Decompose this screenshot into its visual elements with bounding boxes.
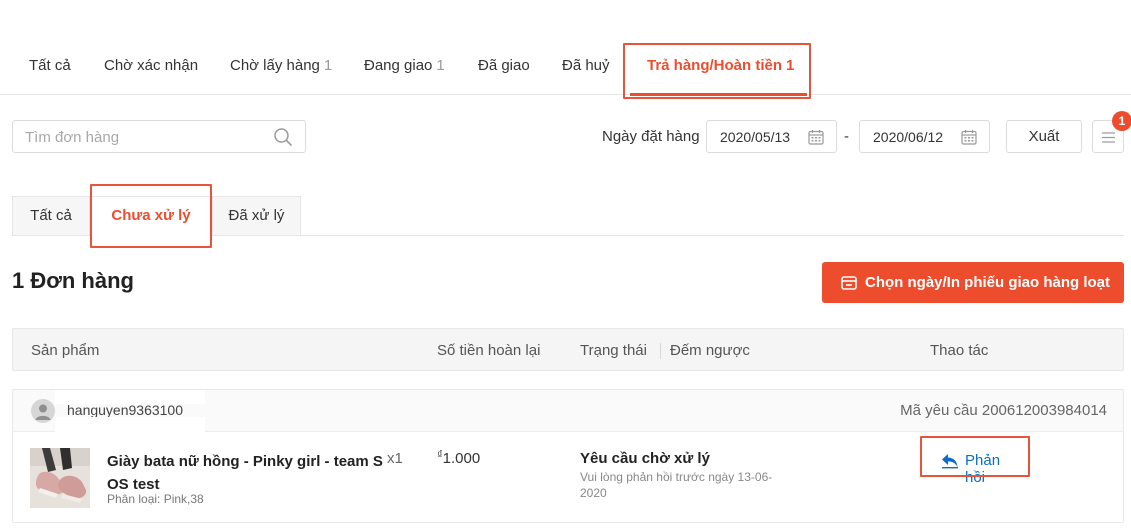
col-countdown: Đếm ngược [670,342,750,359]
calendar-icon [961,130,977,145]
list-icon [1102,132,1115,143]
export-button[interactable]: Xuất [1006,120,1082,153]
col-product: Sản phẩm [31,342,100,359]
avatar[interactable] [31,399,55,423]
search-input[interactable] [25,127,265,147]
tab-label: Trả hàng/Hoàn tiền [647,57,783,74]
request-status: Yêu cầu chờ xử lý [580,450,710,467]
order-card-header: hanguyen9363100 Mã yêu cầu 2006120039840… [13,390,1123,437]
tab-label: Đang giao [364,57,433,74]
product-name[interactable]: Giày bata nữ hồng - Pinky girl - team S … [107,450,387,496]
order-count: 1 Đơn hàng [12,268,134,293]
printer-icon [841,276,857,290]
user-icon [35,404,51,420]
tab-return-refund[interactable]: Trả hàng/Hoàn tiền 1 [647,57,794,74]
refund-amount-value: 1.000 [442,450,481,467]
product-image [30,448,90,508]
col-refund-amount: Số tiền hoàn lại [437,342,541,359]
reply-label: Phản hồi [965,452,1001,486]
tab-all[interactable]: Tất cả [29,57,71,74]
tab-cancelled[interactable]: Đã huỷ [562,57,610,74]
tab-awaiting-confirmation[interactable]: Chờ xác nhận [104,57,198,74]
date-to-value: 2020/06/12 [873,129,944,145]
date-from-picker[interactable]: 2020/05/13 [706,120,837,153]
order-card: hanguyen9363100 Mã yêu cầu 2006120039840… [12,389,1124,523]
redaction-mask [55,390,205,404]
buyer-username[interactable]: hanguyen9363100 [67,402,183,418]
product-quantity: x1 [387,450,403,467]
table-header: Sản phẩm Số tiền hoàn lại Trạng thái Đếm… [12,328,1124,371]
active-tab-indicator [630,93,807,96]
reply-icon [942,454,958,469]
subtab-all[interactable]: Tất cả [12,196,90,236]
reply-button[interactable]: Phản hồi [931,445,1019,486]
batch-ship-print-button[interactable]: Chọn ngày/In phiếu giao hàng loạt [822,262,1124,303]
refund-amount: ₫1.000 [437,449,481,467]
product-variant: Phân loại: Pink,38 [107,492,204,506]
date-range-separator: - [844,128,849,145]
currency-symbol: ₫ [437,449,443,461]
tab-label: Tất cả [29,57,71,74]
notification-badge: 1 [1112,111,1131,131]
date-to-picker[interactable]: 2020/06/12 [859,120,990,153]
tab-label: Đã giao [478,57,530,74]
subtab-unprocessed[interactable]: Chưa xử lý [90,196,212,236]
tab-label: Chờ lấy hàng [230,57,320,74]
redaction-mask [55,417,205,437]
search-icon[interactable] [273,127,293,147]
tab-count: 1 [436,57,445,74]
tab-shipping[interactable]: Đang giao 1 [364,57,445,74]
calendar-icon [808,130,824,145]
date-from-value: 2020/05/13 [720,129,791,145]
batch-button-label: Chọn ngày/In phiếu giao hàng loạt [865,274,1110,291]
column-divider [660,343,661,359]
request-status-tabs: Tất cả Chưa xử lý Đã xử lý [12,196,1124,236]
request-id: Mã yêu cầu 200612003984014 [900,402,1107,419]
col-status: Trạng thái [580,342,647,359]
product-thumbnail[interactable] [30,448,90,508]
tab-label: Đã huỷ [562,57,610,74]
order-search [12,120,306,153]
order-date-label: Ngày đặt hàng [602,128,700,145]
col-actions: Thao tác [930,342,989,359]
order-status-tabs: Tất cả Chờ xác nhận Chờ lấy hàng 1 Đang g… [0,40,1131,96]
tab-delivered[interactable]: Đã giao [478,57,530,74]
response-deadline-note: Vui lòng phản hồi trước ngày 13-06-2020 [580,470,773,500]
tab-label: Chờ xác nhận [104,57,199,74]
tab-count: 1 [786,57,795,74]
tab-count: 1 [323,57,333,74]
subtab-processed[interactable]: Đã xử lý [212,196,301,236]
tab-awaiting-pickup[interactable]: Chờ lấy hàng 1 [230,57,332,74]
